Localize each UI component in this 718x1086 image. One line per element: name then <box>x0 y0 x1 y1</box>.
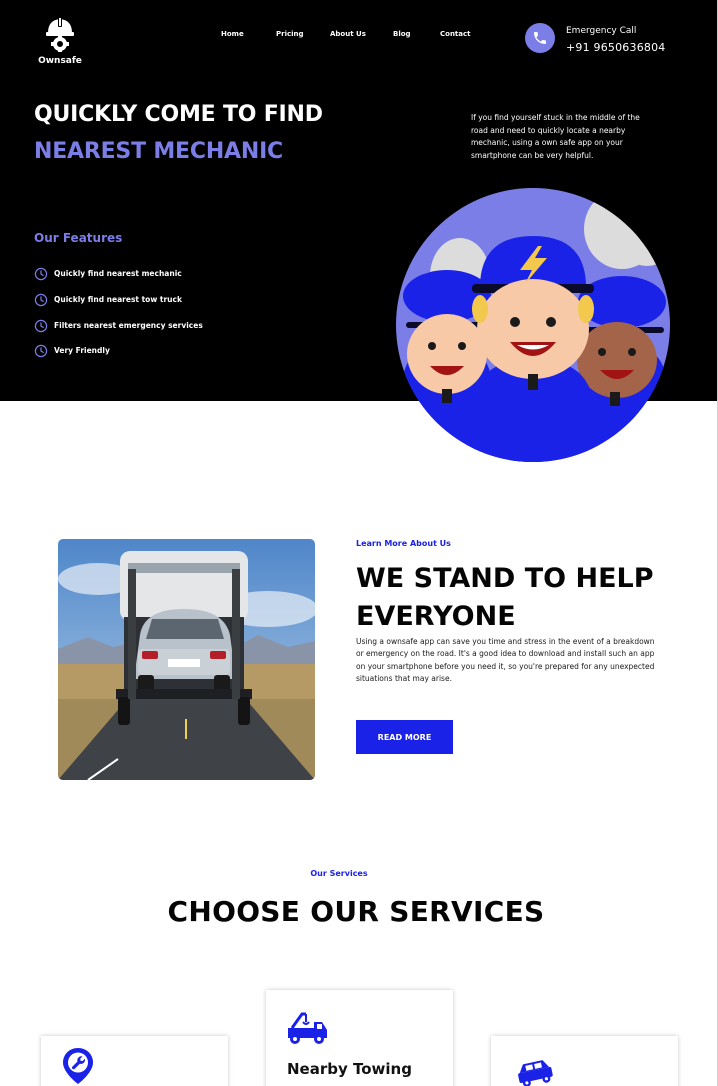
feature-label: Quickly find nearest mechanic <box>54 268 182 278</box>
about-description: Using a ownsafe app can save you time an… <box>356 637 655 684</box>
feature-item: Very Friendly <box>34 343 110 358</box>
feature-item: Quickly find nearest tow truck <box>34 292 182 307</box>
nav-blog[interactable]: Blog <box>393 30 411 38</box>
feature-label: Very Friendly <box>54 345 110 355</box>
about-eyebrow: Learn More About Us <box>356 539 451 548</box>
emergency-call-label: Emergency Call <box>566 26 637 36</box>
clock-icon <box>34 318 48 333</box>
phone-icon[interactable] <box>525 23 555 53</box>
feature-label: Quickly find nearest tow truck <box>54 294 182 304</box>
service-card-title: Nearby Towing <box>287 1060 412 1078</box>
services-title: CHOOSE OUR SERVICES <box>167 895 545 928</box>
helmet-gear-icon <box>36 16 84 52</box>
service-card-towing[interactable]: Nearby Towing <box>266 990 453 1086</box>
nav-contact[interactable]: Contact <box>440 30 471 38</box>
clock-icon <box>34 266 48 281</box>
nav-home[interactable]: Home <box>221 30 244 38</box>
services-eyebrow: Our Services <box>310 869 368 878</box>
mechanics-illustration <box>392 184 677 464</box>
car-crash-icon <box>515 1058 555 1086</box>
brand-logo[interactable]: Ownsafe <box>36 16 84 66</box>
read-more-button[interactable]: READ MORE <box>356 720 453 754</box>
tow-truck-icon <box>286 1010 328 1050</box>
emergency-phone-number[interactable]: +91 9650636804 <box>566 41 666 54</box>
nav-about-us[interactable]: About Us <box>330 30 366 38</box>
nav-pricing[interactable]: Pricing <box>276 30 304 38</box>
hero-description: If you find yourself stuck in the middle… <box>471 113 640 160</box>
brand-name: Ownsafe <box>38 56 82 66</box>
clock-icon <box>34 343 48 358</box>
feature-item: Quickly find nearest mechanic <box>34 266 182 281</box>
wrench-location-icon <box>62 1047 94 1086</box>
service-card-accident[interactable] <box>491 1036 678 1086</box>
hero-title-line-2: NEAREST MECHANIC <box>34 139 283 164</box>
hero-title-line-1: QUICKLY COME TO FIND <box>34 102 323 127</box>
service-card-mechanic[interactable] <box>41 1036 228 1086</box>
about-car-trailer-photo <box>58 539 315 780</box>
feature-label: Filters nearest emergency services <box>54 320 203 330</box>
feature-item: Filters nearest emergency services <box>34 318 203 333</box>
about-title: WE STAND TO HELP EVERYONE <box>356 563 654 632</box>
clock-icon <box>34 292 48 307</box>
features-heading: Our Features <box>34 231 123 245</box>
